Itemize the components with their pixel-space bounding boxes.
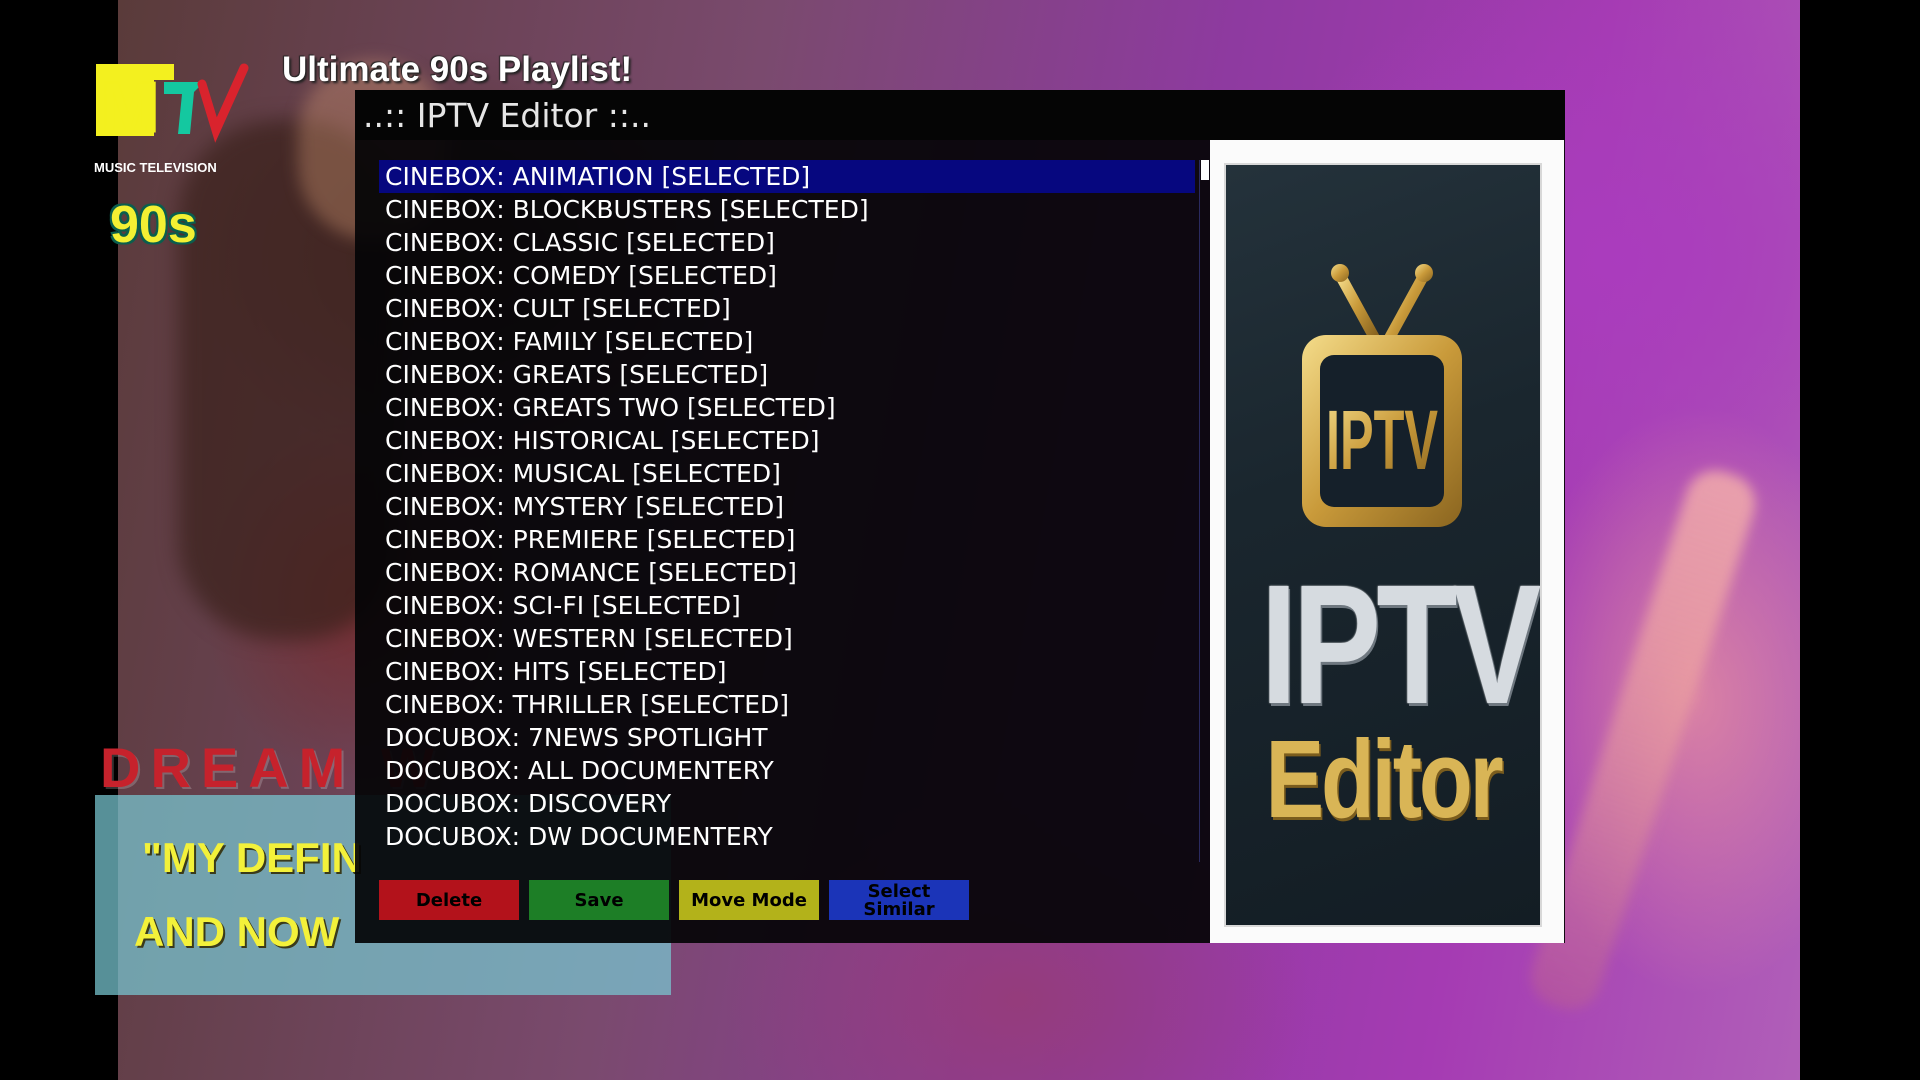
list-item[interactable]: CINEBOX: HITS [SELECTED] — [379, 655, 1195, 688]
tv-antenna-icon: IPTV — [1302, 264, 1462, 527]
addon-logo-panel: IPTV IPTV Editor — [1210, 140, 1564, 943]
list-item[interactable]: CINEBOX: MYSTERY [SELECTED] — [379, 490, 1195, 523]
iptv-editor-logo: IPTV IPTV Editor — [1224, 163, 1542, 927]
mtv-90s-label: 90s — [110, 196, 197, 254]
list-item[interactable]: CINEBOX: CULT [SELECTED] — [379, 292, 1195, 325]
list-item[interactable]: CINEBOX: SCI-FI [SELECTED] — [379, 589, 1195, 622]
iptv-editor-dialog: ..:: IPTV Editor ::.. CINEBOX: ANIMATION… — [355, 90, 1565, 943]
save-button[interactable]: Save — [529, 880, 669, 920]
logo-subtitle: Editor — [1265, 718, 1503, 841]
list-item[interactable]: CINEBOX: PREMIERE [SELECTED] — [379, 523, 1195, 556]
dialog-titlebar: ..:: IPTV Editor ::.. — [355, 90, 1565, 140]
video-caption-line-1: "MY DEFIN — [142, 834, 362, 881]
svg-text:M: M — [102, 71, 154, 140]
list-item[interactable]: CINEBOX: MUSICAL [SELECTED] — [379, 457, 1195, 490]
list-item[interactable]: CINEBOX: GREATS TWO [SELECTED] — [379, 391, 1195, 424]
list-item[interactable]: CINEBOX: ROMANCE [SELECTED] — [379, 556, 1195, 589]
list-item[interactable]: CINEBOX: HISTORICAL [SELECTED] — [379, 424, 1195, 457]
channel-group-list[interactable]: CINEBOX: ANIMATION [SELECTED] CINEBOX: BL… — [379, 160, 1195, 952]
list-item[interactable]: DOCUBOX: 7NEWS SPOTLIGHT — [379, 721, 1195, 754]
list-item[interactable]: DOCUBOX: ALL DOCUMENTERY — [379, 754, 1195, 787]
delete-button[interactable]: Delete — [379, 880, 519, 920]
mtv-logo: M M MUSIC TELEVISION — [94, 63, 249, 175]
list-item[interactable]: CINEBOX: ANIMATION [SELECTED] — [379, 160, 1195, 193]
move-mode-button[interactable]: Move Mode — [679, 880, 819, 920]
list-item[interactable]: CINEBOX: BLOCKBUSTERS [SELECTED] — [379, 193, 1195, 226]
list-item[interactable]: CINEBOX: GREATS [SELECTED] — [379, 358, 1195, 391]
video-caption-line-2: AND NOW — [134, 908, 340, 955]
svg-text:MUSIC TELEVISION: MUSIC TELEVISION — [94, 160, 217, 175]
list-item[interactable]: CINEBOX: CLASSIC [SELECTED] — [379, 226, 1195, 259]
list-item[interactable]: CINEBOX: FAMILY [SELECTED] — [379, 325, 1195, 358]
list-item[interactable]: CINEBOX: THRILLER [SELECTED] — [379, 688, 1195, 721]
scrollbar-thumb[interactable] — [1201, 160, 1209, 180]
list-item[interactable]: CINEBOX: COMEDY [SELECTED] — [379, 259, 1195, 292]
playlist-title: Ultimate 90s Playlist! — [282, 50, 633, 89]
list-item[interactable]: DOCUBOX: DISCOVERY — [379, 787, 1195, 820]
screen: M M MUSIC TELEVISION 90s Ultimate 90s Pl… — [0, 0, 1920, 1080]
list-item[interactable]: DOCUBOX: DW DOCUMENTERY — [379, 820, 1195, 853]
list-item[interactable]: CINEBOX: WESTERN [SELECTED] — [379, 622, 1195, 655]
svg-text:IPTV: IPTV — [1326, 393, 1438, 488]
dialog-title: ..:: IPTV Editor ::.. — [363, 96, 651, 135]
select-similar-button[interactable]: Select Similar — [829, 880, 969, 920]
logo-title: IPTV — [1260, 550, 1540, 740]
